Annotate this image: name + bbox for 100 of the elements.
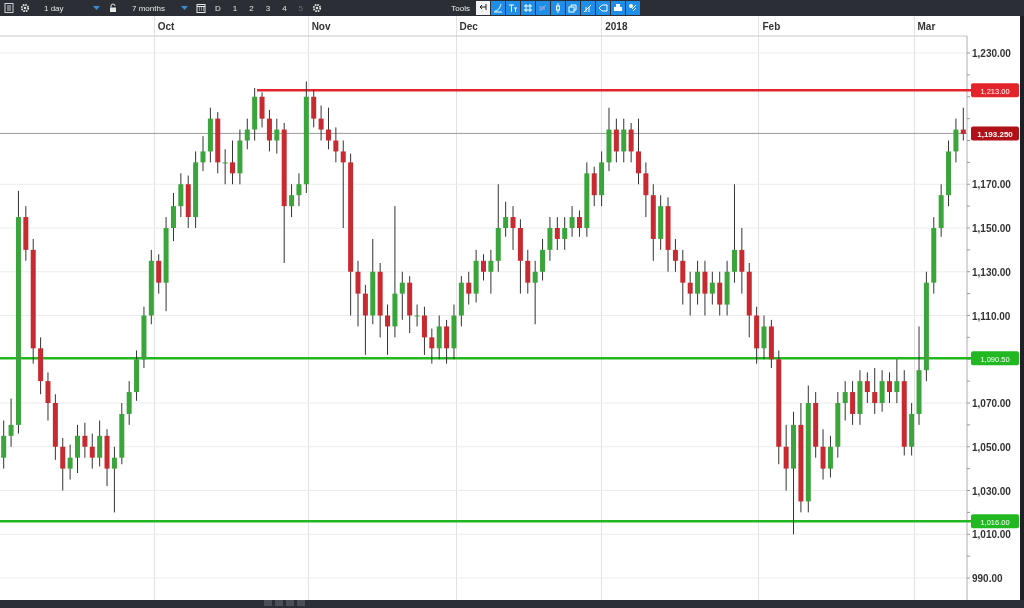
candlestick bbox=[259, 91, 265, 128]
settings-icon[interactable] bbox=[20, 3, 30, 13]
candlestick bbox=[200, 135, 206, 172]
preset-button[interactable]: 1 bbox=[229, 1, 241, 15]
calendar-icon[interactable] bbox=[196, 3, 206, 13]
candlestick bbox=[783, 424, 789, 491]
tool-button[interactable] bbox=[506, 1, 520, 15]
month-label: Nov bbox=[311, 21, 331, 32]
print-icon bbox=[613, 3, 623, 13]
candlestick bbox=[67, 444, 73, 481]
list-icon[interactable] bbox=[4, 3, 14, 13]
candlestick bbox=[503, 201, 509, 238]
candlestick bbox=[680, 249, 686, 306]
fork-icon bbox=[583, 3, 593, 13]
candlestick bbox=[886, 371, 892, 404]
candlestick bbox=[628, 122, 634, 163]
candlestick bbox=[466, 271, 472, 306]
candlestick bbox=[244, 118, 250, 150]
candlestick bbox=[636, 118, 642, 185]
settings-icon[interactable] bbox=[312, 3, 323, 13]
axis-label: 1,030.00 bbox=[972, 485, 1011, 497]
candlestick bbox=[60, 437, 66, 491]
lock-icon[interactable] bbox=[108, 3, 118, 13]
candlestick bbox=[75, 424, 81, 474]
candlestick bbox=[488, 249, 494, 295]
axis-label: 1,110.00 bbox=[972, 310, 1011, 322]
candlestick bbox=[170, 192, 176, 242]
candlestick bbox=[547, 216, 553, 262]
caret-icon bbox=[93, 6, 100, 10]
axis-label: 990.00 bbox=[972, 573, 1003, 584]
candlestick bbox=[953, 118, 959, 163]
candlestick bbox=[444, 319, 450, 365]
preset-button[interactable]: 2 bbox=[246, 1, 257, 15]
candlestick bbox=[399, 271, 405, 321]
candlestick bbox=[355, 260, 361, 327]
candlestick bbox=[436, 315, 442, 360]
candlestick bbox=[274, 118, 280, 155]
candlestick bbox=[289, 183, 295, 218]
candlestick bbox=[591, 166, 597, 207]
candlestick bbox=[296, 172, 302, 207]
text-tool-icon bbox=[508, 3, 518, 13]
preset-button[interactable]: 3 bbox=[262, 1, 274, 15]
candlestick bbox=[850, 380, 856, 426]
candlestick bbox=[126, 380, 132, 426]
candlestick bbox=[540, 238, 546, 281]
month-label: Dec bbox=[459, 21, 478, 32]
month-label: 2018 bbox=[605, 21, 628, 32]
tools-label: Tools bbox=[451, 3, 470, 13]
candlestick bbox=[827, 435, 833, 478]
month-label: Feb bbox=[762, 21, 781, 32]
candlestick bbox=[761, 315, 767, 360]
tool-button[interactable] bbox=[476, 1, 490, 15]
caret-icon bbox=[181, 6, 188, 10]
preset-button[interactable]: 4 bbox=[279, 1, 290, 15]
candlestick bbox=[562, 216, 568, 251]
curve-icon bbox=[493, 3, 503, 13]
candlestick bbox=[178, 172, 184, 218]
axis-label: 1,170.00 bbox=[972, 179, 1011, 191]
candlestick bbox=[576, 210, 582, 238]
candlestick bbox=[872, 367, 878, 415]
candlestick bbox=[820, 428, 826, 481]
candlestick bbox=[8, 398, 14, 448]
candlestick bbox=[222, 148, 228, 185]
windows-icon bbox=[568, 3, 578, 13]
candlestick bbox=[385, 304, 391, 356]
candlestick bbox=[532, 260, 538, 325]
candlestick bbox=[695, 260, 701, 306]
tool-button[interactable] bbox=[611, 1, 625, 15]
tool-button[interactable] bbox=[551, 1, 565, 15]
axis-label: 1,130.00 bbox=[972, 266, 1011, 278]
candlestick bbox=[421, 306, 427, 356]
preset-button[interactable]: D bbox=[212, 1, 224, 15]
candlestick bbox=[510, 205, 516, 251]
candlestick bbox=[894, 358, 900, 404]
candlestick bbox=[717, 271, 723, 316]
axis-label: 1,150.00 bbox=[972, 223, 1011, 234]
candlestick bbox=[340, 140, 346, 229]
candlestick bbox=[731, 183, 737, 284]
candlestick bbox=[311, 89, 317, 128]
candlestick bbox=[414, 304, 420, 327]
candlestick bbox=[643, 161, 649, 218]
month-label: Oct bbox=[157, 21, 175, 32]
back-arrow-icon bbox=[478, 3, 488, 13]
tool-button[interactable] bbox=[626, 1, 640, 15]
candlestick bbox=[230, 140, 236, 185]
candlestick bbox=[481, 253, 486, 281]
candlestick bbox=[613, 118, 619, 163]
candlestick bbox=[97, 420, 103, 467]
candle-icon bbox=[553, 3, 563, 13]
candlestick bbox=[111, 446, 117, 513]
tool-button[interactable] bbox=[581, 1, 595, 15]
candlestick bbox=[429, 328, 435, 365]
tool-button[interactable] bbox=[596, 1, 610, 15]
axis-label: 1,050.00 bbox=[972, 441, 1011, 453]
candlestick bbox=[45, 371, 51, 421]
candlestick bbox=[325, 107, 331, 150]
tag-icon bbox=[598, 3, 608, 13]
candlestick bbox=[89, 433, 95, 470]
candlestick bbox=[621, 118, 627, 163]
candlestick bbox=[842, 380, 848, 421]
